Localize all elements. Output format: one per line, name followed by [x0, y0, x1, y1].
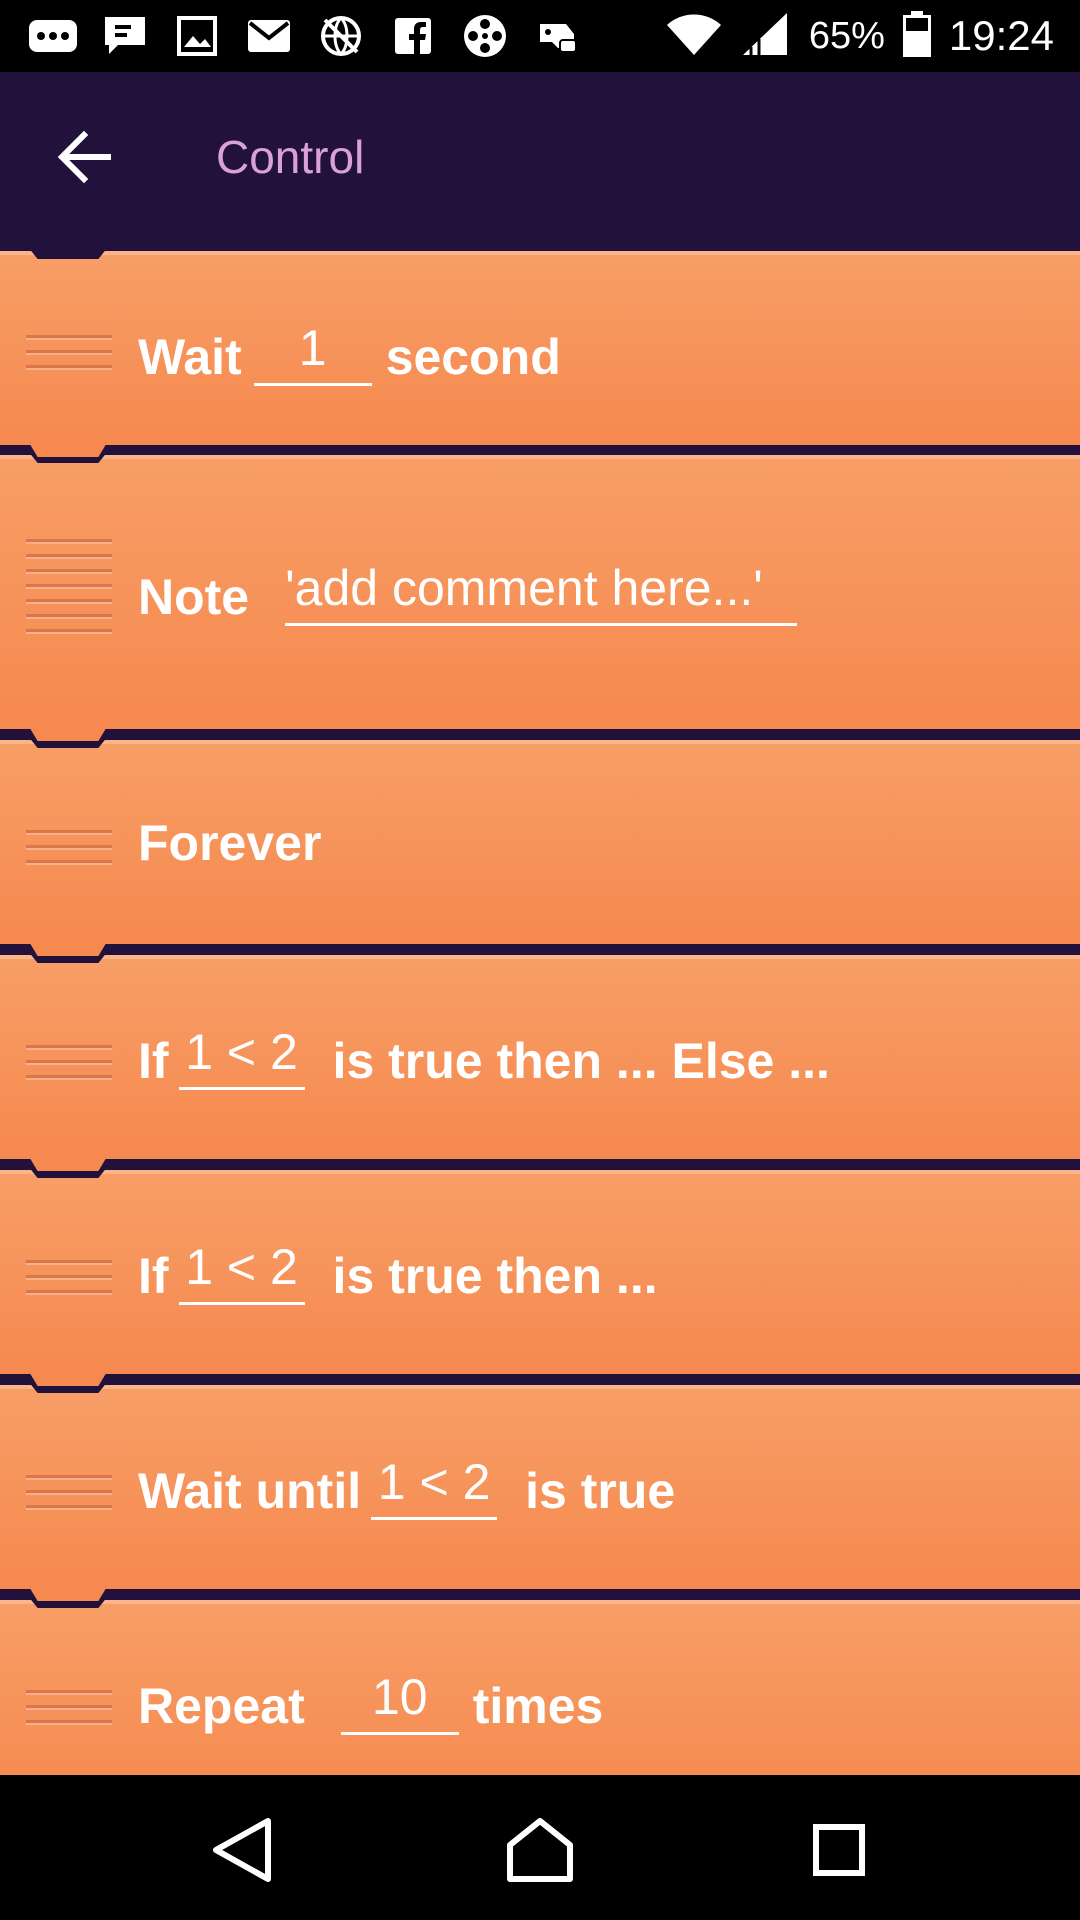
- block-label: Repeat: [138, 1678, 305, 1734]
- drag-handle-icon[interactable]: [26, 335, 112, 370]
- back-triangle-icon[interactable]: [200, 1815, 280, 1885]
- block-suffix: is true: [525, 1463, 676, 1519]
- wait-until-condition-field[interactable]: 1 < 2: [371, 1453, 498, 1520]
- back-button[interactable]: [50, 122, 120, 192]
- drag-handle-icon[interactable]: [26, 1260, 112, 1295]
- drag-handle-icon[interactable]: [26, 830, 112, 865]
- block-label: Note: [138, 569, 250, 625]
- repeat-block[interactable]: Repeat 10 times: [0, 1596, 1080, 1775]
- image-icon: [170, 10, 224, 62]
- system-icons: 65% 19:24: [665, 0, 1054, 72]
- drag-handle-icon[interactable]: [26, 1475, 112, 1510]
- notification-icons: [26, 10, 584, 62]
- battery-icon: [902, 10, 931, 62]
- block-suffix: times: [472, 1678, 604, 1734]
- if-else-block[interactable]: If 1 < 2 is true then ... Else ...: [0, 951, 1080, 1171]
- drag-handle-icon[interactable]: [26, 1690, 112, 1725]
- block-label: Wait until: [138, 1463, 362, 1519]
- game-controller-icon: [530, 10, 584, 62]
- note-block[interactable]: Note 'add comment here...': [0, 451, 1080, 741]
- block-label: Wait: [138, 329, 242, 385]
- chat-icon: [98, 10, 152, 62]
- home-icon[interactable]: [500, 1815, 580, 1885]
- page-title: Control: [216, 131, 365, 183]
- if-else-condition-field[interactable]: 1 < 2: [178, 1023, 305, 1090]
- battery-percent: 65%: [808, 14, 885, 57]
- wait-seconds-field[interactable]: 1: [253, 319, 372, 386]
- block-label: If: [138, 1248, 169, 1304]
- recents-square-icon[interactable]: [800, 1815, 880, 1885]
- drag-handle-icon[interactable]: [26, 1045, 112, 1080]
- film-reel-icon: [458, 10, 512, 62]
- if-then-block[interactable]: If 1 < 2 is true then ...: [0, 1166, 1080, 1386]
- block-suffix: is true then ...: [332, 1248, 658, 1304]
- arrow-left-icon: [57, 130, 111, 184]
- vpn-globe-icon: [314, 10, 368, 62]
- control-block-list[interactable]: Wait 1 second Note 'add comment here...'…: [0, 237, 1080, 1775]
- note-comment-field[interactable]: 'add comment here...': [285, 559, 798, 626]
- block-suffix: second: [385, 329, 561, 385]
- drag-handle-icon[interactable]: [26, 539, 112, 634]
- facebook-icon: [386, 10, 440, 62]
- navigation-bar: [0, 1775, 1080, 1920]
- if-condition-field[interactable]: 1 < 2: [178, 1238, 305, 1305]
- forever-block[interactable]: Forever: [0, 736, 1080, 956]
- repeat-count-field[interactable]: 10: [340, 1668, 459, 1735]
- more-dots-icon: [26, 10, 80, 62]
- clock: 19:24: [948, 12, 1054, 59]
- app-bar: Control: [0, 72, 1080, 237]
- block-label: If: [138, 1033, 169, 1089]
- block-label: Forever: [138, 815, 322, 871]
- wifi-icon: [665, 11, 723, 62]
- wait-block[interactable]: Wait 1 second: [0, 247, 1080, 457]
- status-bar: 65% 19:24: [0, 0, 1080, 72]
- signal-icon: [741, 11, 791, 62]
- mail-icon: [242, 10, 296, 62]
- block-suffix: is true then ... Else ...: [332, 1033, 830, 1089]
- wait-until-block[interactable]: Wait until 1 < 2 is true: [0, 1381, 1080, 1601]
